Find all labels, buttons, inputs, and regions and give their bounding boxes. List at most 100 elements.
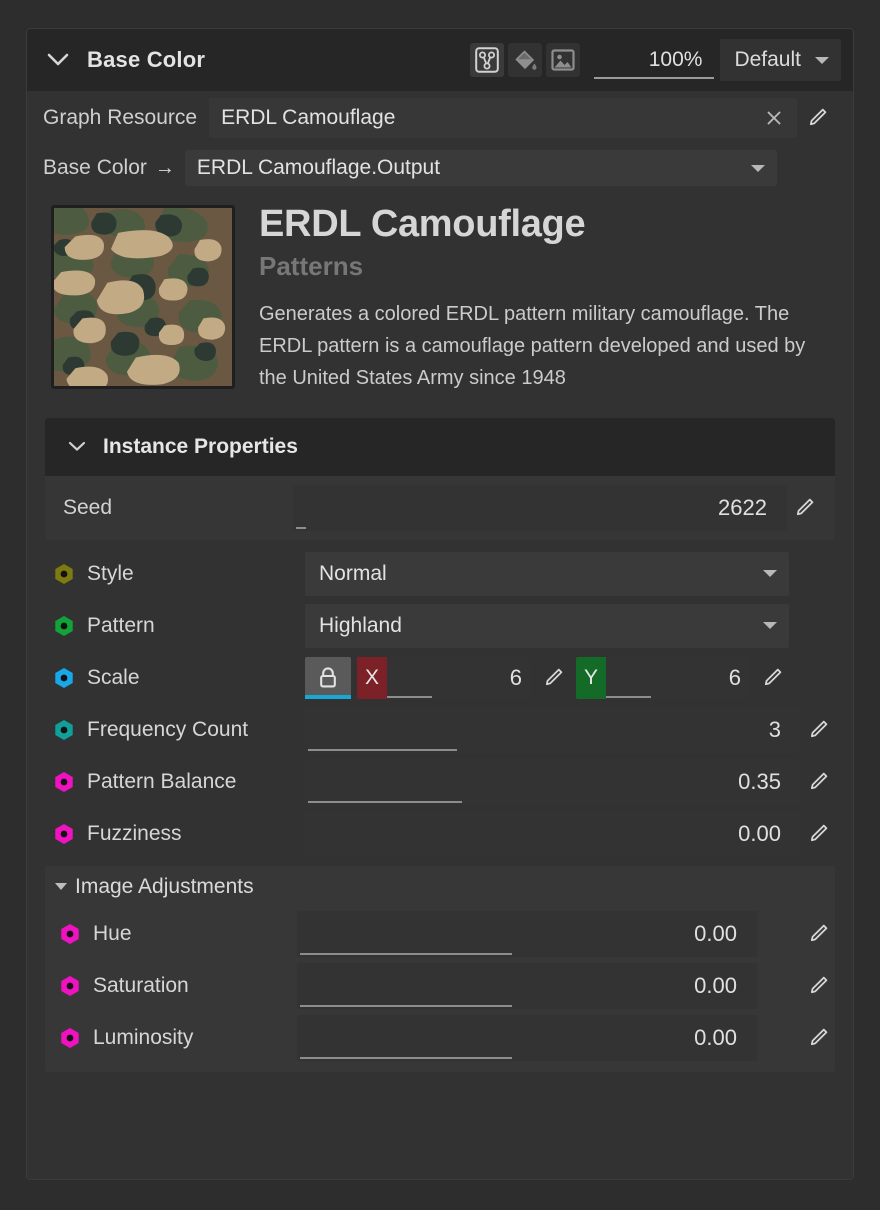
- scale-y-axis-label: Y: [576, 656, 606, 699]
- close-icon[interactable]: [761, 105, 787, 131]
- property-panel-root: Base Color 100% Default Graph Resource E…: [0, 0, 880, 1210]
- image-icon[interactable]: [546, 43, 581, 77]
- chevron-down-icon: [751, 164, 765, 172]
- seed-value: 2622: [718, 494, 767, 520]
- parameters-list: Style Normal Pattern Highland Scale X 6 …: [45, 548, 835, 860]
- pattern-balance-value: 0.35: [738, 768, 781, 794]
- pencil-icon[interactable]: [801, 918, 835, 950]
- node-description-block: ERDL Camouflage Patterns Generates a col…: [27, 189, 853, 400]
- pencil-icon[interactable]: [801, 766, 835, 798]
- pencil-icon[interactable]: [801, 970, 835, 1002]
- node-description: Generates a colored ERDL pattern militar…: [259, 302, 806, 389]
- output-value: ERDL Camouflage.Output: [196, 156, 441, 179]
- pattern-value: Highland: [319, 613, 402, 637]
- pencil-icon[interactable]: [536, 662, 570, 694]
- param-row-luminosity: Luminosity 0.00: [45, 1012, 835, 1064]
- luminosity-progress: [300, 1056, 512, 1059]
- luminosity-slider[interactable]: 0.00: [297, 1014, 757, 1061]
- scale-controls: X 6 Y 6: [305, 656, 789, 699]
- erdl-camouflage-thumbnail: [51, 205, 235, 389]
- frequency-count-progress: [308, 748, 457, 751]
- image-adjustments-header[interactable]: Image Adjustments: [45, 866, 835, 908]
- pattern-balance-progress: [308, 800, 462, 803]
- pencil-icon[interactable]: [801, 714, 835, 746]
- param-row-style: Style Normal: [45, 548, 835, 600]
- page-title: Base Color: [87, 47, 206, 72]
- hue-progress: [300, 952, 512, 955]
- pattern-balance-slider[interactable]: 0.35: [305, 758, 801, 805]
- param-row-fuzziness: Fuzziness 0.00: [45, 808, 835, 860]
- param-bullet-icon: [53, 771, 75, 793]
- chevron-down-icon: [815, 56, 829, 64]
- instance-properties-section: Instance Properties Seed 2622: [45, 417, 835, 540]
- graph-resource-label: Graph Resource: [43, 106, 198, 129]
- hue-slider[interactable]: 0.00: [297, 910, 757, 957]
- seed-field[interactable]: 2622: [293, 484, 787, 531]
- param-label: Hue: [93, 921, 132, 945]
- blend-mode-dropdown[interactable]: Default: [720, 39, 841, 81]
- param-bullet-icon: [53, 667, 75, 689]
- pencil-icon[interactable]: [787, 492, 821, 524]
- param-label: Pattern Balance: [87, 769, 237, 793]
- hue-value: 0.00: [694, 920, 737, 946]
- saturation-progress: [300, 1004, 512, 1007]
- luminosity-value: 0.00: [694, 1024, 737, 1050]
- output-source-label: Base Color: [43, 156, 147, 179]
- fuzziness-value: 0.00: [738, 820, 781, 846]
- chevron-down-icon: [763, 570, 777, 578]
- param-row-saturation: Saturation 0.00: [45, 960, 835, 1012]
- pencil-icon[interactable]: [801, 818, 835, 850]
- opacity-value: 100%: [648, 48, 703, 71]
- pencil-icon[interactable]: [797, 101, 837, 135]
- output-mapping-row: Base Color → ERDL Camouflage.Output: [27, 147, 853, 189]
- blend-mode-value: Default: [734, 48, 801, 71]
- opacity-field[interactable]: 100%: [592, 39, 717, 81]
- opacity-progress: [594, 77, 715, 79]
- scale-y-field[interactable]: Y 6: [576, 656, 749, 699]
- param-row-scale: Scale X 6 Y 6: [45, 652, 835, 704]
- scale-x-progress: [387, 695, 432, 698]
- frequency-count-slider[interactable]: 3: [305, 706, 801, 753]
- param-bullet-icon: [53, 615, 75, 637]
- param-label: Fuzziness: [87, 821, 182, 845]
- param-bullet-icon: [59, 1027, 81, 1049]
- pencil-icon[interactable]: [755, 662, 789, 694]
- pattern-dropdown[interactable]: Highland: [305, 603, 789, 648]
- param-label: Style: [87, 561, 134, 585]
- param-label: Pattern: [87, 613, 155, 637]
- style-dropdown[interactable]: Normal: [305, 551, 789, 596]
- graph-resource-row: Graph Resource ERDL Camouflage: [27, 91, 853, 145]
- panel-body: Graph Resource ERDL Camouflage Base Colo…: [27, 91, 853, 1072]
- seed-progress: [296, 526, 306, 529]
- param-bullet-icon: [53, 823, 75, 845]
- style-value: Normal: [319, 561, 387, 585]
- output-dropdown[interactable]: ERDL Camouflage.Output: [184, 150, 777, 186]
- param-label: Frequency Count: [87, 717, 249, 741]
- arrow-right-icon: →: [154, 157, 175, 179]
- param-row-frequency-count: Frequency Count 3: [45, 704, 835, 756]
- scale-x-value: 6: [509, 664, 522, 690]
- lock-icon[interactable]: [305, 656, 351, 699]
- paint-bucket-icon[interactable]: [508, 43, 543, 77]
- graph-resource-value: ERDL Camouflage: [221, 106, 396, 129]
- chevron-down-icon[interactable]: [41, 43, 75, 77]
- triangle-down-icon: [55, 883, 67, 891]
- saturation-value: 0.00: [694, 972, 737, 998]
- param-row-pattern-balance: Pattern Balance 0.35: [45, 756, 835, 808]
- base-color-panel: Base Color 100% Default Graph Resource E…: [26, 28, 854, 1180]
- scale-x-field[interactable]: X 6: [357, 656, 530, 699]
- scale-x-axis-label: X: [357, 656, 387, 699]
- node-info: ERDL Camouflage Patterns Generates a col…: [235, 203, 835, 394]
- param-bullet-icon: [53, 719, 75, 741]
- fuzziness-slider[interactable]: 0.00: [305, 810, 801, 857]
- scale-y-progress: [606, 695, 651, 698]
- saturation-slider[interactable]: 0.00: [297, 962, 757, 1009]
- graph-node-icon[interactable]: [470, 43, 505, 77]
- pencil-icon[interactable]: [801, 1022, 835, 1054]
- node-title: ERDL Camouflage: [259, 203, 586, 245]
- header-icon-group: [470, 43, 581, 77]
- graph-resource-field[interactable]: ERDL Camouflage: [209, 98, 797, 138]
- param-label: Scale: [87, 665, 140, 689]
- instance-properties-header[interactable]: Instance Properties: [45, 417, 835, 476]
- seed-row: Seed 2622: [45, 476, 835, 540]
